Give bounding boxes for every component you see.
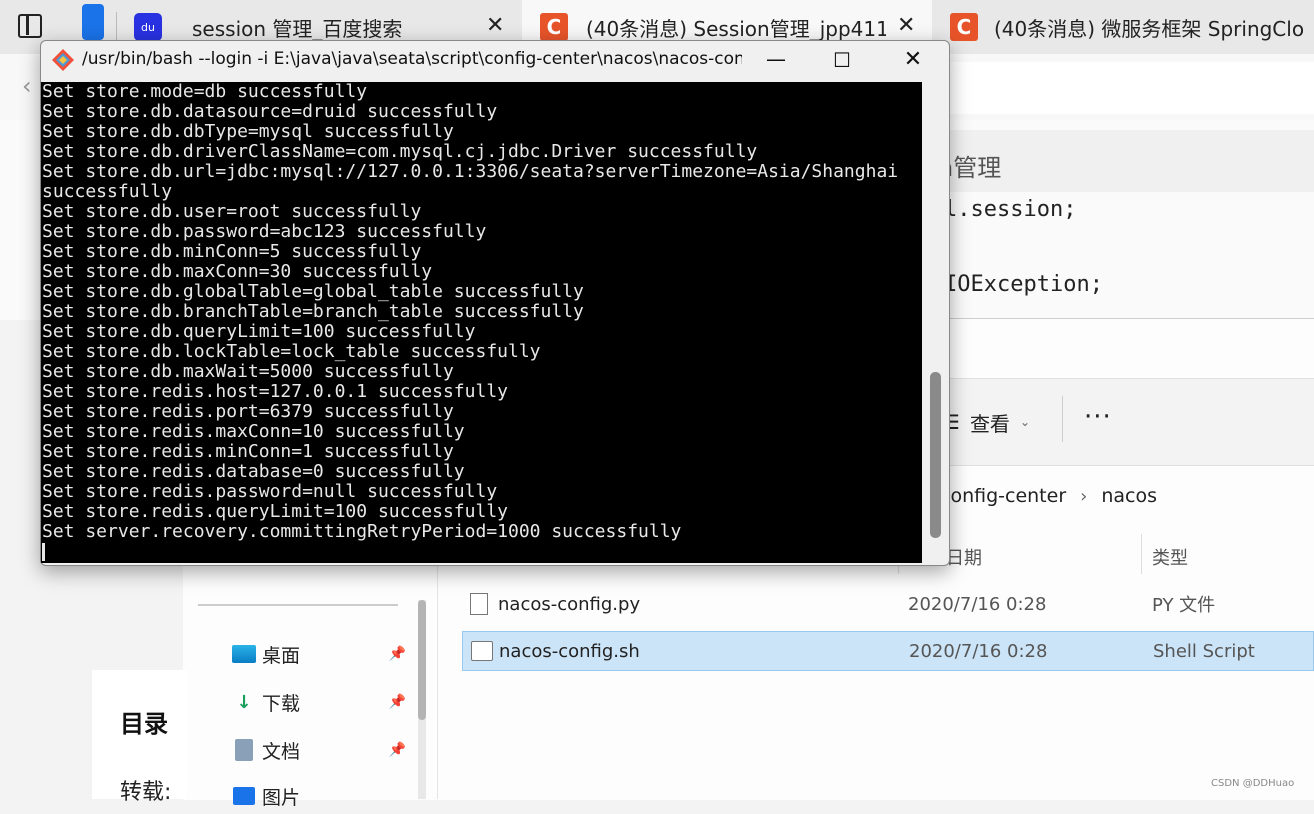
console-line: successfully bbox=[42, 181, 173, 202]
breadcrumb-config-center[interactable]: config-center bbox=[940, 485, 1066, 507]
console-line: Set store.redis.database=0 successfully bbox=[42, 461, 465, 482]
file-name: nacos-config.sh bbox=[499, 640, 640, 662]
console-line: Set store.db.minConn=5 successfully bbox=[42, 241, 422, 262]
tab-divider bbox=[116, 12, 117, 42]
watermark: CSDN @DDHuao bbox=[1211, 778, 1295, 789]
nav-item-downloads[interactable]: ↓ 下载 📌 bbox=[232, 684, 412, 720]
console-line: Set store.db.globalTable=global_table su… bbox=[42, 281, 584, 302]
terminal-console[interactable]: Set store.mode=db successfully Set store.… bbox=[41, 82, 922, 563]
pictures-icon bbox=[232, 785, 256, 807]
console-line: Set store.db.password=abc123 successfull… bbox=[42, 221, 487, 242]
file-icon bbox=[470, 593, 488, 615]
close-icon[interactable]: ✕ bbox=[897, 13, 915, 38]
column-date[interactable]: 日期 bbox=[946, 544, 982, 570]
desktop-icon bbox=[232, 643, 256, 665]
nav-item-documents[interactable]: 文档 📌 bbox=[232, 732, 412, 768]
baidu-icon: du bbox=[134, 13, 162, 41]
address-bar[interactable] bbox=[940, 62, 1314, 114]
code-line: IOException; bbox=[944, 272, 1103, 297]
console-line: Set server.recovery.committingRetryPerio… bbox=[42, 521, 682, 542]
chevron-down-icon: ⌄ bbox=[1019, 415, 1030, 429]
close-button[interactable]: ✕ bbox=[895, 44, 931, 78]
view-label: 查看 bbox=[969, 411, 1010, 436]
console-line: Set store.db.queryLimit=100 successfully bbox=[42, 321, 476, 342]
close-icon[interactable]: ✕ bbox=[486, 13, 504, 38]
tab-label: (40条消息) Session管理_jpp411的 bbox=[586, 16, 886, 41]
terminal-cursor bbox=[42, 543, 45, 561]
console-line: Set store.redis.minConn=1 successfully bbox=[42, 441, 454, 462]
reprint-label: 转载: bbox=[120, 780, 172, 805]
pin-icon: 📌 bbox=[388, 694, 406, 710]
console-line: Set store.redis.port=6379 successfully bbox=[42, 401, 454, 422]
nav-divider bbox=[198, 604, 398, 606]
nav-item-label: 文档 bbox=[262, 740, 301, 763]
console-line: Set store.db.url=jdbc:mysql://127.0.0.1:… bbox=[42, 161, 899, 182]
console-line: Set store.db.maxConn=30 successfully bbox=[42, 261, 433, 282]
file-date: 2020/7/16 0:28 bbox=[908, 593, 1047, 615]
file-name: nacos-config.py bbox=[498, 593, 641, 615]
terminal-title: /usr/bin/bash --login -i E:\java\java\se… bbox=[82, 49, 742, 69]
minimize-button[interactable]: — bbox=[758, 44, 794, 78]
console-line: Set store.db.maxWait=5000 successfully bbox=[42, 361, 454, 382]
csdn-icon: C bbox=[540, 13, 568, 41]
console-line: Set store.db.driverClassName=com.mysql.c… bbox=[42, 141, 758, 162]
nav-scrollbar-thumb[interactable] bbox=[418, 600, 426, 720]
download-icon: ↓ bbox=[236, 691, 252, 713]
console-line: Set store.db.datasource=druid successful… bbox=[42, 101, 498, 122]
tab-springcloud-article[interactable]: C (40条消息) 微服务框架 SpringClo bbox=[934, 0, 1314, 54]
console-line: Set store.db.branchTable=branch_table su… bbox=[42, 301, 584, 322]
file-row-selected[interactable]: nacos-config.sh 2020/7/16 0:28 Shell Scr… bbox=[462, 631, 1314, 671]
tab-label: (40条消息) 微服务框架 SpringClo bbox=[994, 16, 1304, 41]
code-line: l.session; bbox=[944, 197, 1077, 222]
console-line: Set store.mode=db successfully bbox=[42, 82, 368, 102]
breadcrumb-separator: › bbox=[1080, 485, 1088, 507]
nav-item-pictures[interactable]: 图片 bbox=[232, 778, 412, 814]
pin-icon: 📌 bbox=[388, 646, 406, 662]
console-line: Set store.db.user=root successfully bbox=[42, 201, 422, 222]
file-row[interactable]: nacos-config.py 2020/7/16 0:28 PY 文件 bbox=[462, 584, 1314, 624]
tab-label: session 管理_百度搜索 bbox=[192, 16, 403, 41]
csdn-icon: C bbox=[950, 13, 978, 41]
pin-icon: 📌 bbox=[388, 742, 406, 758]
breadcrumb-nacos[interactable]: nacos bbox=[1101, 485, 1157, 507]
column-divider bbox=[1141, 534, 1142, 574]
breadcrumb: config-center › nacos bbox=[940, 476, 1157, 516]
console-line: Set store.redis.queryLimit=100 successfu… bbox=[42, 501, 508, 522]
git-bash-icon bbox=[52, 49, 74, 71]
console-line: Set store.db.lockTable=lock_table succes… bbox=[42, 341, 541, 362]
console-line: Set store.redis.password=null successful… bbox=[42, 481, 498, 502]
column-type[interactable]: 类型 bbox=[1152, 544, 1188, 570]
tab-actions-icon[interactable] bbox=[82, 4, 104, 40]
maximize-button[interactable]: ☐ bbox=[824, 44, 860, 78]
view-button[interactable]: ☰ 查看 ⌄ bbox=[942, 404, 1030, 440]
console-line: Set store.redis.maxConn=10 successfully bbox=[42, 421, 465, 442]
console-output: Set store.mode=db successfully Set store.… bbox=[42, 82, 898, 542]
file-type: Shell Script bbox=[1153, 640, 1255, 662]
file-type: PY 文件 bbox=[1152, 595, 1216, 616]
sidebar-toggle-icon[interactable] bbox=[18, 14, 42, 38]
file-date: 2020/7/16 0:28 bbox=[909, 640, 1048, 662]
nav-item-label: 下载 bbox=[262, 692, 301, 715]
nav-item-desktop[interactable]: 桌面 📌 bbox=[232, 636, 412, 672]
nav-item-label: 桌面 bbox=[262, 644, 301, 667]
shell-script-icon bbox=[471, 641, 493, 661]
console-line: Set store.redis.host=127.0.0.1 successfu… bbox=[42, 381, 508, 402]
back-icon[interactable]: ‹ bbox=[22, 72, 32, 100]
toolbar-divider bbox=[1062, 396, 1063, 442]
documents-icon bbox=[232, 739, 256, 761]
console-line: Set store.db.dbType=mysql successfully bbox=[42, 121, 454, 142]
nav-item-label: 图片 bbox=[262, 786, 301, 809]
toc-title: 目录 bbox=[120, 710, 168, 738]
terminal-scrollbar-thumb[interactable] bbox=[930, 372, 941, 538]
more-options-button[interactable]: ··· bbox=[1084, 402, 1112, 432]
